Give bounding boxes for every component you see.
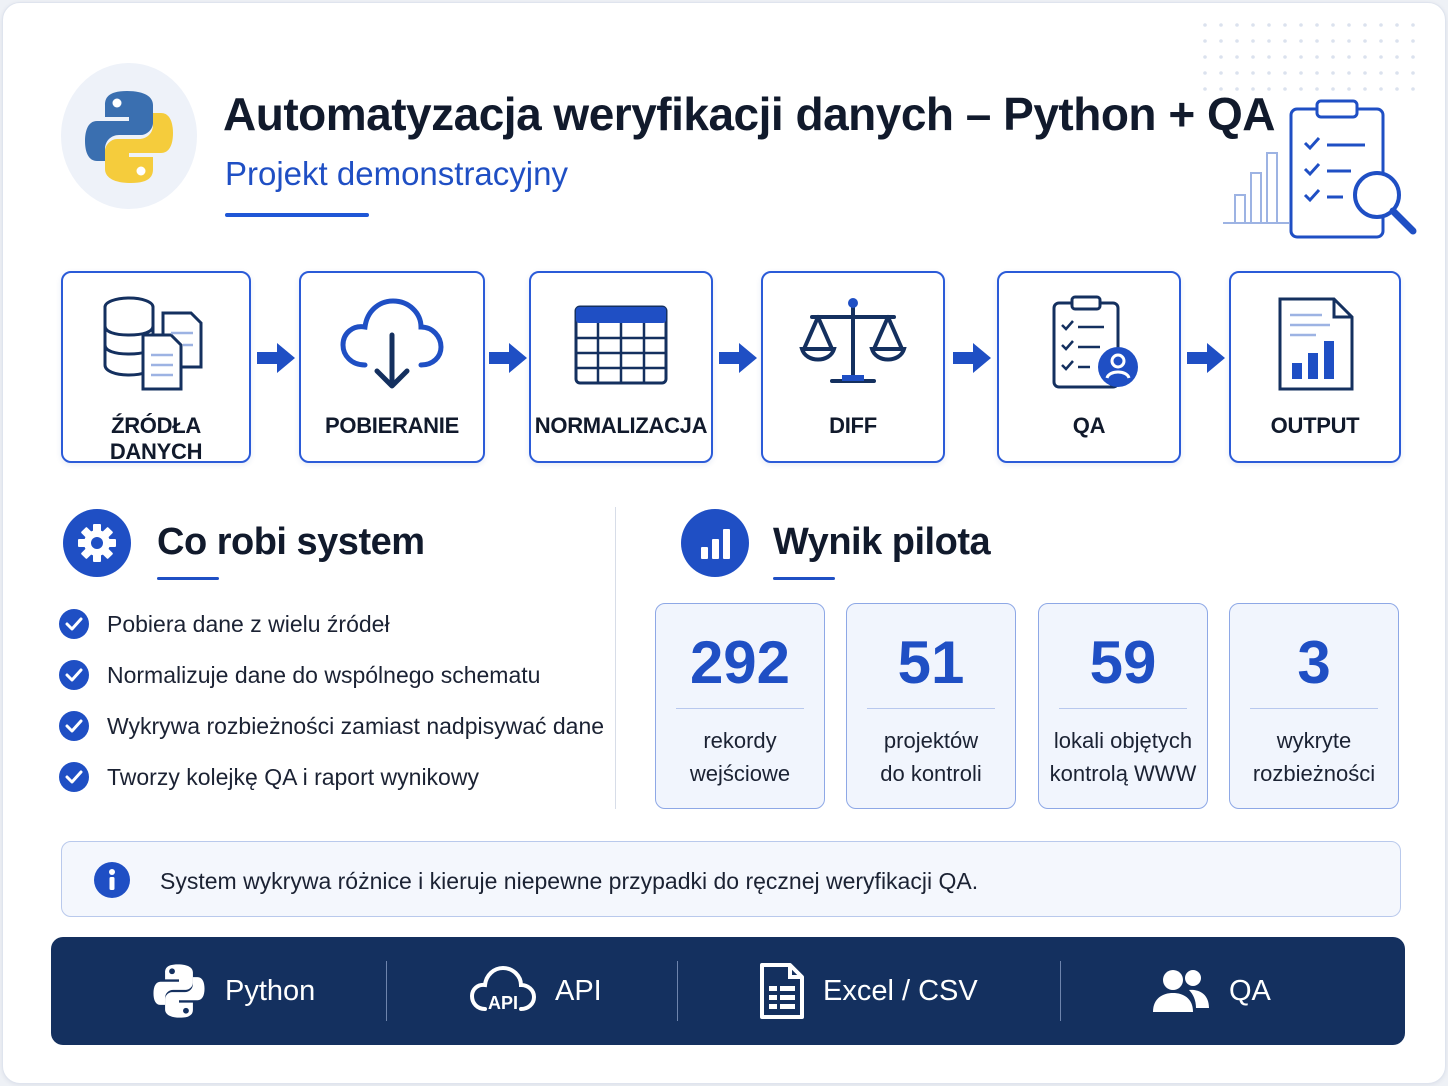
page-title: Automatyzacja weryfikacji danych – Pytho… [223, 88, 1275, 140]
stat-line: do kontroli [880, 761, 982, 786]
cloud-download-icon [340, 298, 444, 389]
feature-item: Wykrywa rozbieżności zamiast nadpisywać … [59, 709, 604, 743]
section-underline [773, 577, 835, 580]
cloud-api-icon: API [469, 965, 537, 1013]
feature-text: Wykrywa rozbieżności zamiast nadpisywać … [107, 712, 605, 739]
gear-badge [63, 509, 131, 577]
stat-description: projektów do kontroli [847, 724, 1015, 790]
footer-label: Excel / CSV [823, 974, 978, 1007]
python-logo-badge [61, 63, 197, 209]
stat-value: 3 [1297, 629, 1331, 696]
tech-footer: Python API API Excel / CSV QA [51, 937, 1405, 1045]
table-icon [574, 305, 668, 385]
stat-description: lokali objętych kontrolą WWW [1039, 724, 1207, 790]
pipeline-step-label: POBIERANIE [325, 413, 459, 438]
pipeline-step-download: POBIERANIE [299, 271, 485, 463]
footer-label: Python [225, 974, 316, 1007]
arrow-right-icon [1187, 343, 1225, 373]
stat-rule [867, 708, 995, 709]
check-circle-icon [59, 609, 89, 639]
footer-item-qa: QA [1151, 937, 1271, 1045]
python-icon [153, 964, 205, 1018]
footer-item-api: API API [469, 937, 602, 1045]
spreadsheet-file-icon [760, 963, 804, 1019]
arrow-right-icon [953, 343, 991, 373]
stat-line: lokali objętych [1053, 728, 1193, 753]
footer-separator [677, 961, 678, 1021]
check-circle-icon [59, 711, 89, 741]
scales-icon [799, 298, 907, 383]
page-subtitle: Projekt demonstracyjny [225, 155, 568, 192]
stat-line: projektów [883, 728, 979, 753]
arrow-right-icon [489, 343, 527, 373]
pipeline-step-output: OUTPUT [1229, 271, 1401, 463]
stat-description: wykryte rozbieżności [1230, 724, 1398, 790]
database-documents-icon [103, 296, 203, 391]
section-title-system: Co robi system [157, 521, 425, 563]
section-underline [157, 577, 219, 580]
stat-rule [676, 708, 804, 709]
feature-item: Pobiera dane z wielu źródeł [59, 607, 390, 641]
infographic-card: Automatyzacja weryfikacji danych – Pytho… [2, 2, 1446, 1084]
report-chart-icon [1278, 297, 1354, 391]
footer-separator [1060, 961, 1061, 1021]
stat-rule [1059, 708, 1187, 709]
pipeline-step-label: DIFF [829, 413, 877, 438]
stat-card: 59 lokali objętych kontrolą WWW [1038, 603, 1208, 809]
stat-line: kontrolą WWW [1049, 761, 1197, 786]
pipeline-step-diff: DIFF [761, 271, 945, 463]
footer-item-python: Python [151, 937, 315, 1045]
footer-label: QA [1229, 974, 1271, 1007]
arrow-right-icon [257, 343, 295, 373]
section-title-pilot: Wynik pilota [773, 521, 991, 563]
feature-item: Normalizuje dane do wspólnego schematu [59, 658, 540, 692]
clipboard-user-icon [1052, 295, 1138, 389]
stat-description: rekordy wejściowe [656, 724, 824, 790]
footer-separator [386, 961, 387, 1021]
pipeline-step-sources: ŹRÓDŁA DANYCH [61, 271, 251, 464]
bar-chart-icon [701, 529, 730, 559]
pipeline-step-label: NORMALIZACJA [534, 413, 708, 438]
info-icon [94, 862, 130, 898]
stat-rule [1250, 708, 1378, 709]
dot-pattern-decoration [1203, 23, 1415, 91]
footer-item-excel: Excel / CSV [759, 937, 978, 1045]
info-banner: System wykrywa różnice i kieruje niepewn… [61, 841, 1401, 917]
stat-card: 51 projektów do kontroli [846, 603, 1016, 809]
subtitle-underline [225, 213, 369, 217]
check-circle-icon [59, 762, 89, 792]
stat-line: rozbieżności [1252, 761, 1376, 786]
stat-value: 292 [689, 629, 791, 696]
feature-text: Pobiera dane z wielu źródeł [107, 610, 390, 637]
pipeline-step-label: OUTPUT [1270, 413, 1360, 438]
pipeline-step-normalize: NORMALIZACJA [529, 271, 713, 463]
api-icon-text: API [488, 993, 518, 1013]
users-icon [1153, 970, 1209, 1012]
python-logo-icon [85, 91, 173, 183]
pipeline-step-qa: QA [997, 271, 1181, 463]
stat-line: rekordy [703, 728, 777, 753]
clipboard-magnifier-icon [1223, 99, 1417, 239]
stat-value: 51 [897, 629, 965, 696]
info-text: System wykrywa różnice i kieruje niepewn… [160, 868, 979, 894]
stat-card: 3 wykryte rozbieżności [1229, 603, 1399, 809]
section-divider [615, 507, 616, 809]
arrow-right-icon [719, 343, 757, 373]
feature-text: Tworzy kolejkę QA i raport wynikowy [107, 763, 479, 790]
check-circle-icon [59, 660, 89, 690]
stat-card: 292 rekordy wejściowe [655, 603, 825, 809]
footer-label: API [555, 974, 602, 1007]
pipeline-step-label: ŹRÓDŁA DANYCH [109, 413, 203, 464]
pipeline-step-label: QA [1072, 413, 1106, 438]
feature-text: Normalizuje dane do wspólnego schematu [107, 661, 541, 688]
stat-line: wejściowe [689, 761, 791, 786]
feature-item: Tworzy kolejkę QA i raport wynikowy [59, 760, 479, 794]
chart-badge [681, 509, 749, 577]
gear-icon [78, 524, 116, 562]
stat-value: 59 [1089, 629, 1157, 696]
stat-line: wykryte [1276, 728, 1352, 753]
